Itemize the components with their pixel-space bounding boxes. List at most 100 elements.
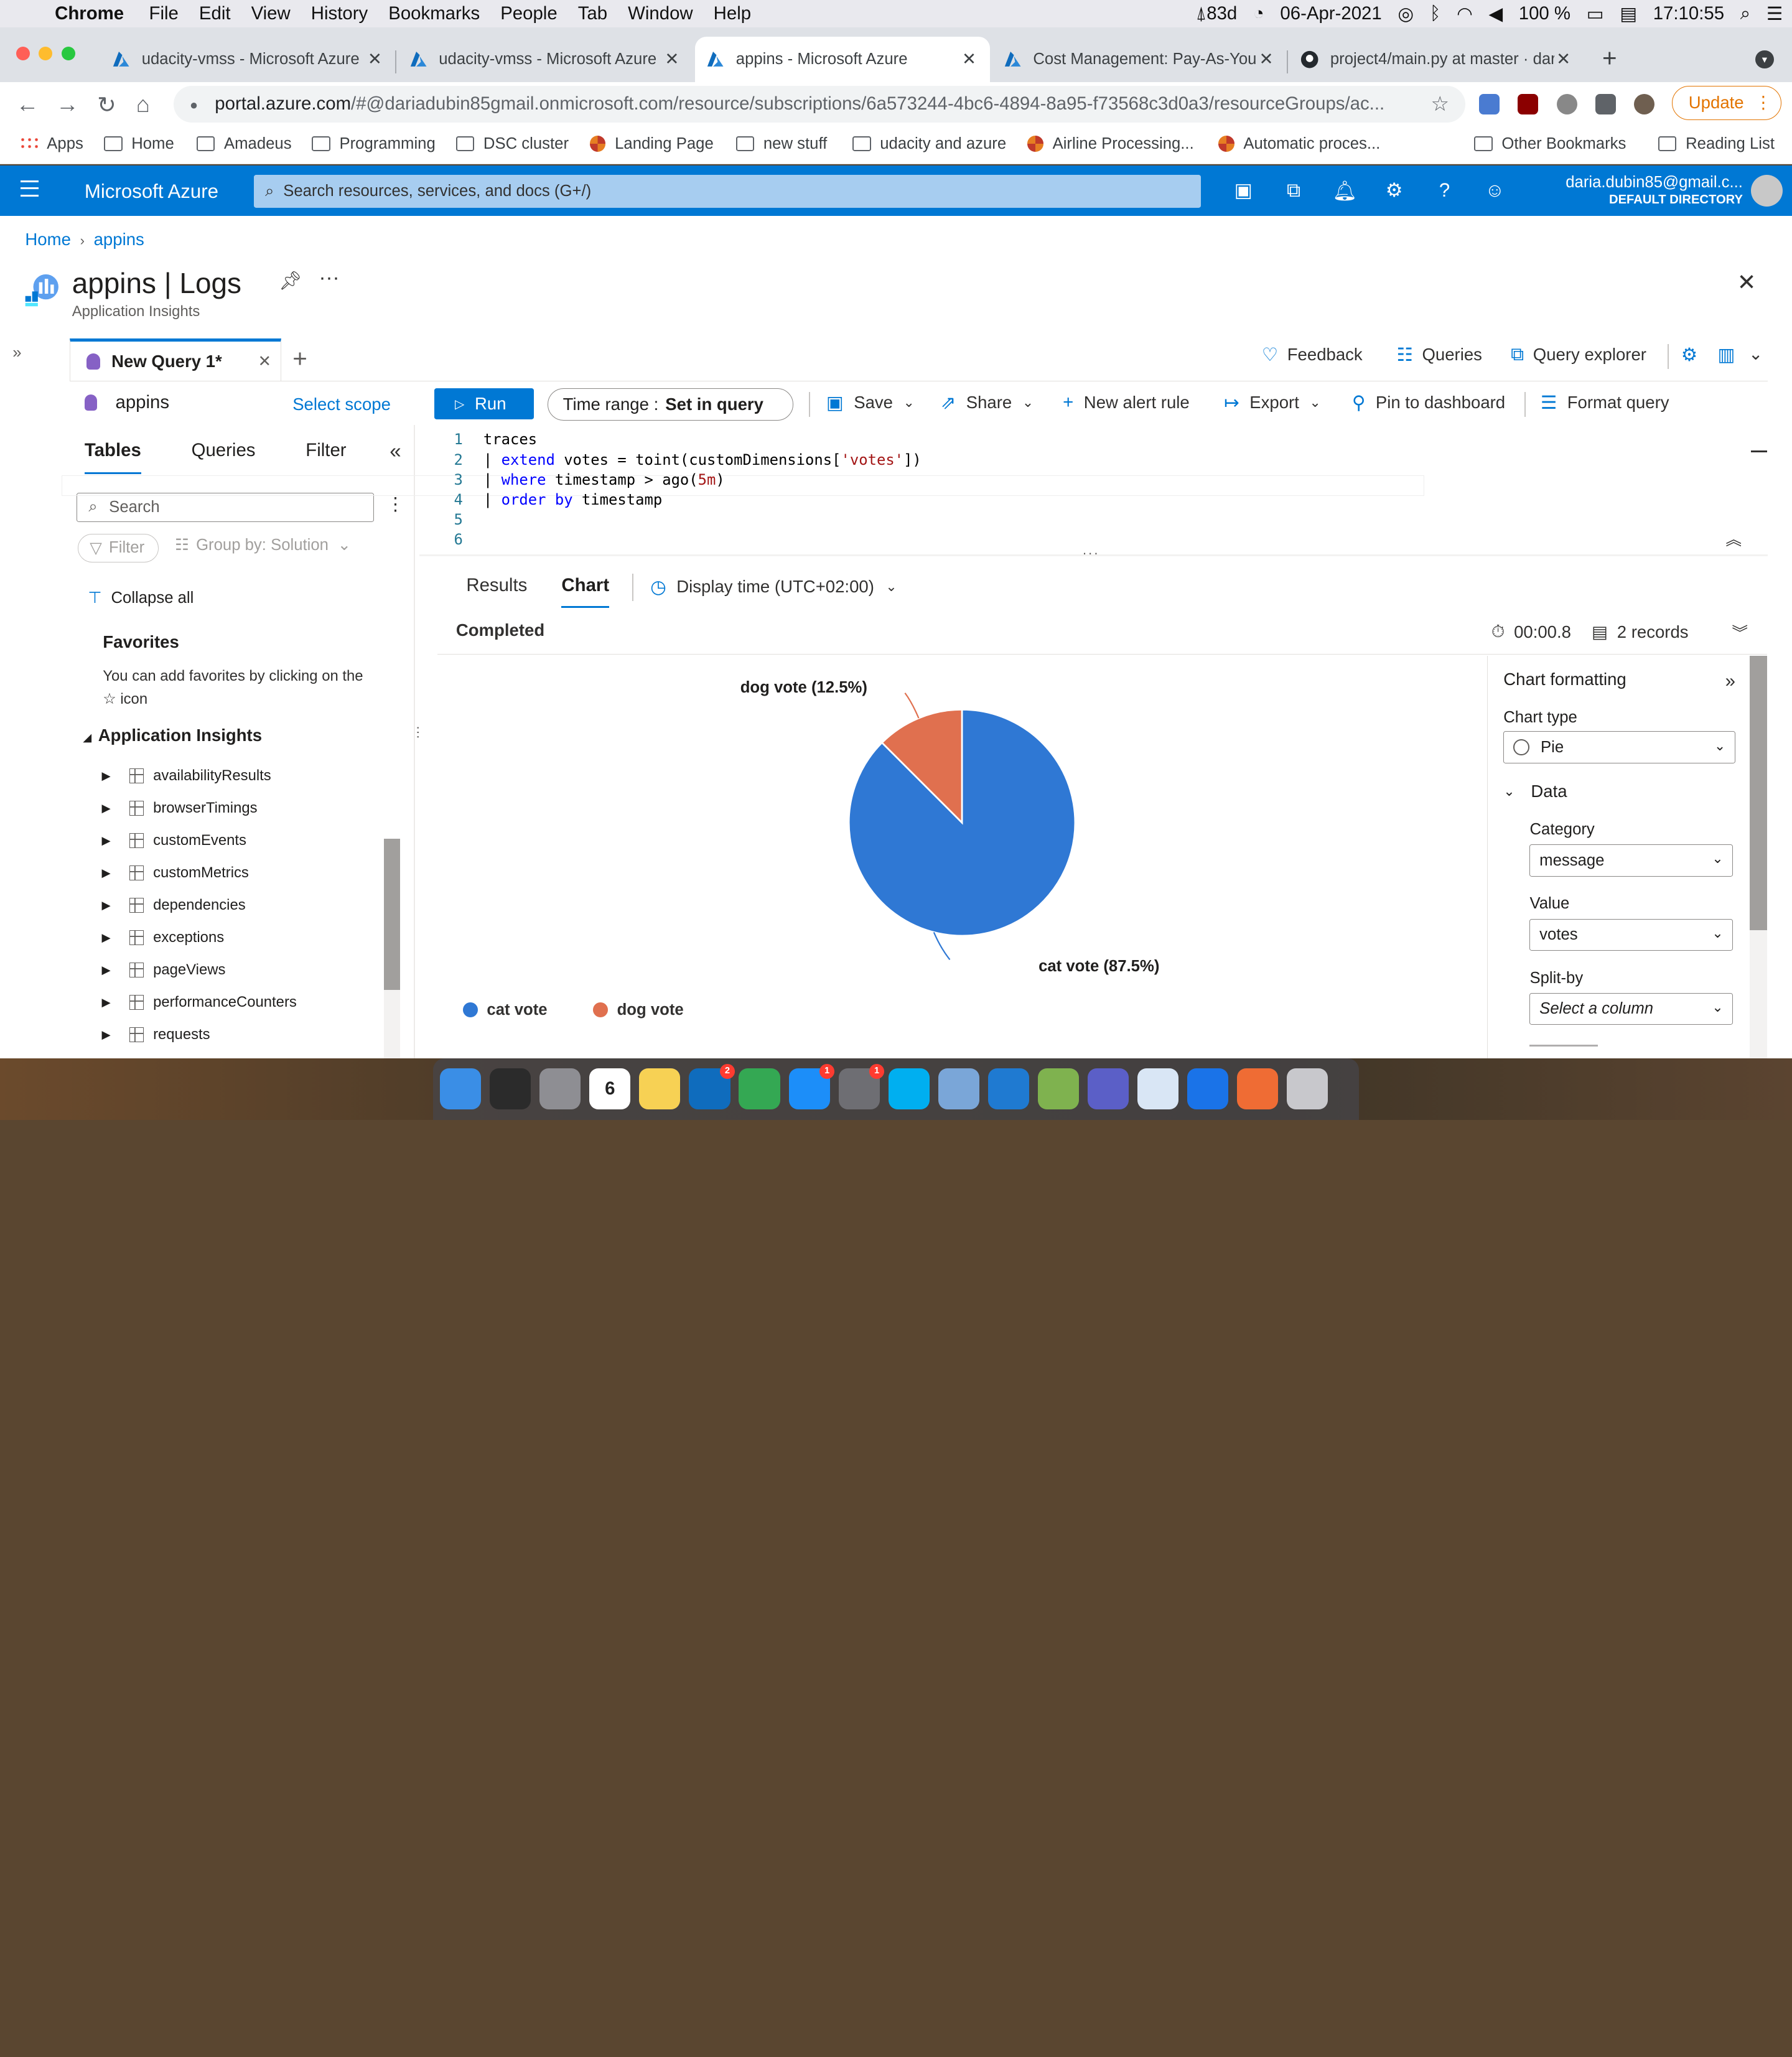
bluetooth-icon[interactable]: ᛒ [1430,3,1441,24]
splitter-handle-icon[interactable]: ··· [410,725,426,739]
trash-icon[interactable] [1287,1068,1328,1110]
help-question-icon[interactable]: ? [1433,179,1456,202]
outlook-icon[interactable]: 2 [689,1063,735,1110]
list-item[interactable]: ▶ availabilityResults [101,760,296,792]
chevron-right-icon[interactable]: ▶ [101,963,115,977]
bookmark-apps[interactable]: Apps [19,135,83,153]
teams-icon[interactable] [1087,1068,1129,1110]
scrollbar-thumb[interactable] [1749,656,1767,931]
menu-window[interactable]: Window [617,3,702,24]
save-button[interactable]: ▣ Save ⌄ [826,392,915,414]
reading-list[interactable]: Reading List [1658,135,1775,153]
profile-avatar[interactable] [1634,93,1655,114]
status-circle-icon[interactable]: ◔ [1253,3,1264,24]
bookmark-landing-page[interactable]: Landing Page [589,135,714,153]
keychain-icon[interactable] [1037,1068,1079,1110]
browser-tab-4[interactable]: Cost Management: Pay-As-You ✕ [992,37,1288,82]
close-query-tab-icon[interactable]: ✕ [258,352,272,371]
breadcrumb-appins[interactable]: appins [94,230,144,249]
minimize-window-button[interactable] [39,47,53,61]
chevron-down-icon[interactable]: ⌄ [1748,344,1763,364]
collapse-panel-chevron-icon[interactable]: « [390,440,401,464]
ublock-extension-icon[interactable] [1518,93,1539,114]
clock-text[interactable]: 17:10:55 [1653,3,1724,24]
maps-pin-icon[interactable] [1187,1068,1229,1110]
chevron-right-icon[interactable]: ▶ [101,866,115,880]
tab-new-query-1[interactable]: New Query 1* ✕ [70,338,281,382]
browser-tab-2[interactable]: udacity-vmss - Microsoft Azure ✕ [398,37,693,82]
collapse-details-chevron-icon[interactable]: ︾ [1732,620,1748,643]
more-options-icon[interactable]: ⋮ [386,493,404,515]
menu-history[interactable]: History [299,3,376,24]
schema-search-input[interactable]: ⌕ Search [77,492,374,523]
new-alert-rule-button[interactable]: + New alert rule [1063,392,1190,413]
list-item[interactable]: ▶ customEvents [101,824,296,857]
close-tab-icon[interactable]: ✕ [1554,49,1572,69]
app-store-icon[interactable]: 1 [788,1063,834,1110]
time-range-button[interactable]: Time range : Set in query [547,388,793,421]
extension-circle-icon[interactable] [1556,93,1577,114]
chevron-right-icon[interactable]: ▶ [101,801,115,815]
tab-filter[interactable]: Filter [306,440,346,474]
list-item[interactable]: ▶ exceptions [101,921,296,954]
bookmark-automatic-process[interactable]: Automatic proces... [1218,135,1380,153]
minimize-editor-icon[interactable] [1750,450,1767,453]
azure-search-input[interactable]: ⌕ Search resources, services, and docs (G… [253,175,1202,208]
bookmark-airline-processing[interactable]: Airline Processing... [1027,135,1194,153]
home-icon[interactable]: ⌂ [136,91,150,118]
status-days[interactable]: ⍋83d [1196,3,1238,24]
bookmark-new-stuff[interactable]: new stuff [735,135,827,153]
menu-help[interactable]: Help [702,3,760,24]
bookmark-other[interactable]: Other Bookmarks [1474,135,1626,153]
scrollbar-thumb[interactable] [384,839,400,990]
format-query-button[interactable]: ☰ Format query [1541,392,1669,414]
run-button[interactable]: ▷ Run [434,388,534,420]
skype-icon[interactable] [888,1068,930,1110]
collapse-panel-chevron-icon[interactable]: » [1725,671,1735,692]
browser-tab-1[interactable]: udacity-vmss - Microsoft Azure ✕ [101,37,397,82]
menu-edit[interactable]: Edit [188,3,240,24]
notifications-bell-icon[interactable]: 🔔︎ [1333,179,1358,202]
battery-icon[interactable]: ▭ [1587,3,1604,25]
new-tab-plus-icon[interactable]: + [1602,44,1617,73]
bookmark-home[interactable]: Home [104,135,174,153]
battery-text[interactable]: 100 % [1519,3,1570,24]
menu-app-name[interactable]: Chrome [45,3,138,24]
tab-search-chevron-icon[interactable]: ▾ [1755,50,1774,69]
chevron-right-icon[interactable]: ▶ [101,931,115,945]
forward-arrow-icon[interactable]: → [56,91,79,118]
split-by-select[interactable]: Select a column ⌄ [1529,993,1734,1025]
tab-chart[interactable]: Chart [561,575,610,609]
chrome-icon[interactable] [739,1068,780,1110]
hamburger-menu-icon[interactable] [21,180,39,197]
resize-handle-icon[interactable]: ··· [1082,545,1099,561]
export-button[interactable]: ↦ Export ⌄ [1224,392,1321,414]
filter-pill[interactable]: ▽ Filter [77,533,159,562]
category-select[interactable]: message ⌄ [1529,844,1734,877]
value-select[interactable]: votes ⌄ [1529,918,1734,951]
list-item[interactable]: ▶ pageViews [101,954,296,986]
legend-item-dog-vote[interactable]: dog vote [593,1001,684,1019]
camera-extension-icon[interactable] [1478,93,1500,114]
feedback-button[interactable]: ♡ Feedback [1262,344,1363,366]
close-icon[interactable]: ✕ [1737,269,1757,296]
share-button[interactable]: ⇗ Share ⌄ [941,392,1034,414]
chrome-update-button[interactable]: Update ⋮ [1672,85,1782,120]
chevron-right-icon[interactable]: ▶ [101,996,115,1009]
settings-gear-icon[interactable]: ⚙ [1681,344,1707,366]
collapse-all-button[interactable]: ⊤ Collapse all [88,589,194,607]
extensions-puzzle-icon[interactable] [1595,93,1616,114]
legend-item-cat-vote[interactable]: cat vote [462,1001,548,1019]
volume-icon[interactable]: ◀ [1488,3,1503,25]
application-insights-section[interactable]: ◢ Application Insights [83,725,262,745]
reload-icon[interactable]: ↻ [97,91,116,118]
pin-to-dashboard-button[interactable]: ⚲ Pin to dashboard [1352,392,1505,414]
pin-icon[interactable]: 📌︎ [279,271,302,292]
settings-gear-icon[interactable]: ⚙ [1383,179,1406,202]
bookmark-star-icon[interactable]: ☆ [1431,91,1465,116]
tab-results[interactable]: Results [466,575,527,609]
chevron-right-icon[interactable]: ▶ [101,1028,115,1042]
cloud-shell-icon[interactable]: ▣ [1232,179,1255,202]
close-tab-icon[interactable]: ✕ [960,49,978,69]
directory-filter-icon[interactable]: ⧉ [1282,179,1305,202]
